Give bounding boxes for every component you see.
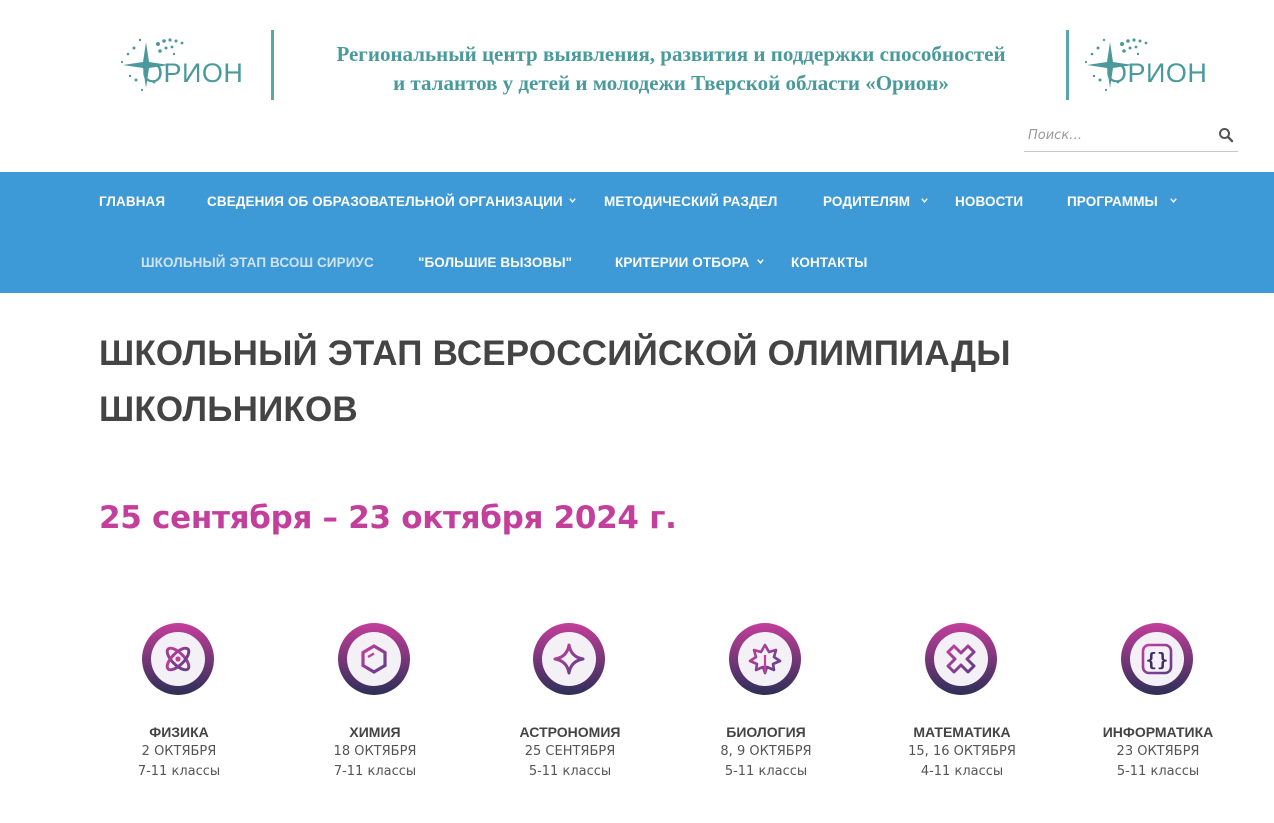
nav-label: Программы	[1067, 194, 1158, 209]
search-input[interactable]	[1028, 124, 1208, 146]
subject-card-biology[interactable]: БИОЛОГИЯ 8, 9 ОКТЯБРЯ 5-11 классы	[666, 622, 866, 779]
divider	[1066, 30, 1069, 100]
nav-label: Методический раздел	[604, 194, 778, 209]
subject-date: 2 ОКТЯБРЯ	[141, 744, 217, 759]
logo-text: ОРИОН	[142, 58, 244, 88]
main-navigation: Главная Сведения об образовательной орга…	[0, 172, 1274, 293]
nav-item-big-challenges[interactable]: "Большие вызовы"	[418, 255, 572, 270]
subject-name: МАТЕМАТИКА	[913, 724, 1011, 740]
page-title: ШКОЛЬНЫЙ ЭТАП ВСЕРОССИЙСКОЙ ОЛИМПИАДЫ ШК…	[99, 326, 1099, 438]
nav-label: Контакты	[791, 255, 868, 270]
subject-date: 23 ОКТЯБРЯ	[1116, 744, 1200, 759]
header-banner: ОРИОН Региональный центр выявления, разв…	[0, 0, 1274, 110]
subject-name: ФИЗИКА	[149, 724, 209, 740]
nav-label: Главная	[99, 194, 166, 209]
orion-logo[interactable]: ОРИОН	[114, 32, 264, 94]
nav-label: Новости	[955, 194, 1024, 209]
subject-grades: 7-11 классы	[333, 764, 417, 779]
chevron-down-icon	[757, 259, 764, 264]
nav-label: "Большие вызовы"	[418, 255, 573, 270]
nav-item-methodical[interactable]: Методический раздел	[604, 194, 777, 209]
nav-item-sirius[interactable]: Школьный этап ВсОШ Сириус	[141, 255, 374, 270]
subject-date: 18 ОКТЯБРЯ	[333, 744, 417, 759]
subject-name: АСТРОНОМИЯ	[519, 724, 621, 740]
subject-badge[interactable]	[924, 622, 1000, 698]
divider	[271, 30, 274, 100]
chevron-down-icon	[1170, 198, 1177, 203]
subject-badge[interactable]	[532, 622, 608, 698]
subject-date: 8, 9 ОКТЯБРЯ	[720, 744, 812, 759]
nav-label: Родителям	[823, 194, 911, 209]
nav-item-selection-criteria[interactable]: Критерии отбора	[615, 255, 764, 270]
subject-name: БИОЛОГИЯ	[726, 724, 806, 740]
subject-card-informatics[interactable]: {} ИНФОРМАТИКА 23 ОКТЯБРЯ 5-11 классы	[1058, 622, 1258, 779]
site-title-line1: Региональный центр выявления, развития и…	[336, 42, 1006, 66]
subject-card-mathematics[interactable]: МАТЕМАТИКА 15, 16 ОКТЯБРЯ 4-11 классы	[862, 622, 1062, 779]
multiply-icon	[925, 623, 997, 695]
subject-badge[interactable]	[728, 622, 804, 698]
page-title-line2: ШКОЛЬНИКОВ	[99, 390, 358, 429]
subject-grades: 5-11 классы	[528, 764, 612, 779]
subject-badge[interactable]	[337, 622, 413, 698]
page-title-line1: ШКОЛЬНЫЙ ЭТАП ВСЕРОССИЙСКОЙ ОЛИМПИАДЫ	[99, 334, 1011, 373]
atom-icon	[142, 623, 214, 695]
subject-grades: 5-11 классы	[724, 764, 808, 779]
logo-text: ОРИОН	[1106, 58, 1208, 88]
nav-item-about[interactable]: Сведения об образовательной организации	[207, 194, 576, 209]
nav-item-contacts[interactable]: Контакты	[791, 255, 867, 270]
star-icon	[533, 623, 605, 695]
search-box	[1024, 120, 1238, 152]
olympiad-dates: 25 сентября – 23 октября 2024 г.	[99, 500, 677, 536]
subject-card-chemistry[interactable]: ХИМИЯ 18 ОКТЯБРЯ 7-11 классы	[275, 622, 475, 779]
subject-date: 15, 16 ОКТЯБРЯ	[908, 744, 1016, 759]
subject-name: ИНФОРМАТИКА	[1102, 724, 1214, 740]
chevron-down-icon	[921, 198, 928, 203]
subject-grades: 5-11 классы	[1116, 764, 1200, 779]
nav-item-programs[interactable]: Программы	[1067, 194, 1177, 209]
subject-name: ХИМИЯ	[349, 724, 401, 740]
subject-card-astronomy[interactable]: АСТРОНОМИЯ 25 СЕНТЯБРЯ 5-11 классы	[470, 622, 670, 779]
chevron-down-icon	[569, 198, 576, 203]
nav-label: Школьный этап ВсОШ Сириус	[141, 255, 374, 270]
search-icon[interactable]	[1218, 127, 1234, 143]
svg-text:{}: {}	[1146, 649, 1169, 671]
site-title-line2: и талантов у детей и молодежи Тверской о…	[393, 71, 949, 95]
subject-date: 25 СЕНТЯБРЯ	[524, 744, 616, 759]
subject-grades: 7-11 классы	[137, 764, 221, 779]
nav-item-home[interactable]: Главная	[99, 194, 165, 209]
leaf-icon	[729, 623, 801, 695]
nav-label: Сведения об образовательной организации	[207, 194, 563, 209]
site-title: Региональный центр выявления, развития и…	[280, 40, 1062, 98]
nav-item-news[interactable]: Новости	[955, 194, 1023, 209]
subject-card-physics[interactable]: ФИЗИКА 2 ОКТЯБРЯ 7-11 классы	[79, 622, 279, 779]
orion-logo[interactable]: ОРИОН	[1078, 32, 1228, 94]
subject-badge[interactable]: {}	[1120, 622, 1196, 698]
subject-grades: 4-11 классы	[920, 764, 1004, 779]
nav-label: Критерии отбора	[615, 255, 750, 270]
hexagon-icon	[338, 623, 410, 695]
subject-badge[interactable]	[141, 622, 217, 698]
braces-icon: {}	[1121, 623, 1193, 695]
nav-item-parents[interactable]: Родителям	[823, 194, 928, 209]
